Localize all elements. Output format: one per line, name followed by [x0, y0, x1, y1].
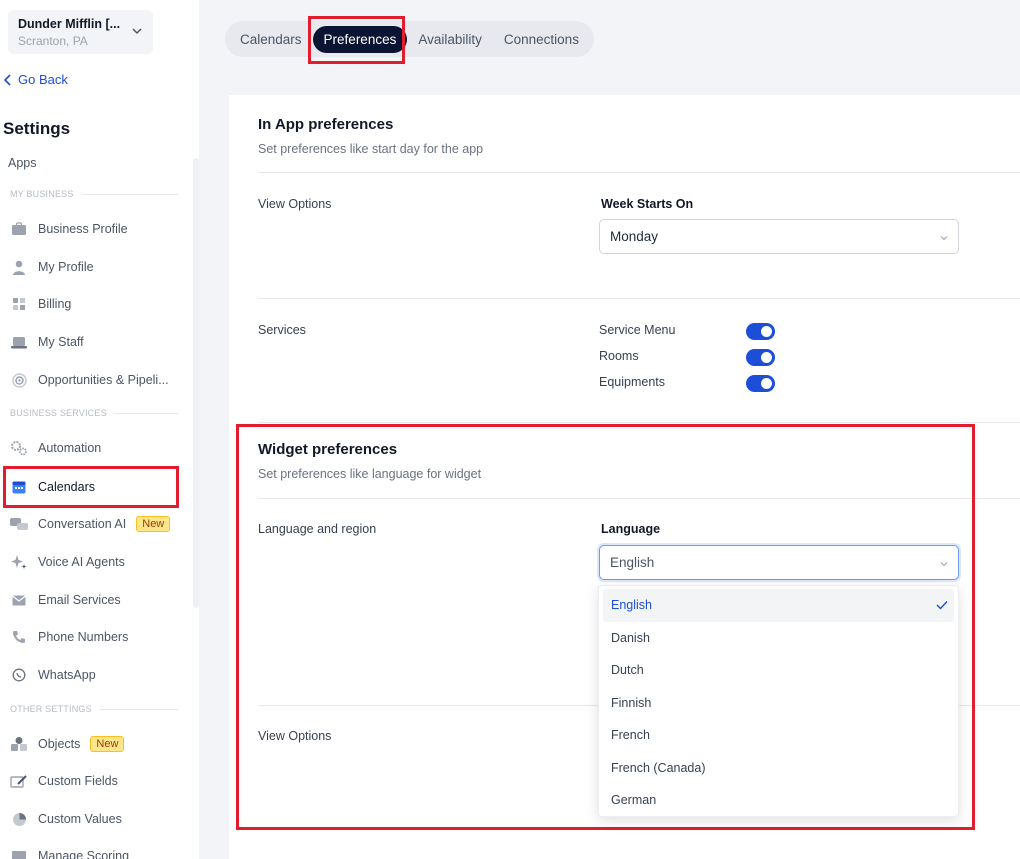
staff-icon	[10, 333, 28, 351]
widget-title: Widget preferences	[258, 441, 398, 458]
divider	[258, 298, 1020, 299]
tab-availability[interactable]: Availability	[407, 26, 493, 53]
sidebar-scrollbar[interactable]	[193, 158, 199, 608]
language-option-french-canada[interactable]: French (Canada)	[603, 752, 954, 785]
week-starts-select[interactable]: Monday	[599, 219, 959, 254]
equipments-toggle[interactable]	[746, 375, 775, 392]
user-icon	[10, 258, 28, 276]
go-back-link[interactable]: Go Back	[4, 72, 68, 87]
tab-connections[interactable]: Connections	[493, 26, 590, 53]
language-dropdown: English Danish Dutch Finnish French Fren…	[598, 585, 959, 817]
sidebar-item-whatsapp[interactable]: WhatsApp	[10, 661, 96, 689]
widget-view-options-label: View Options	[258, 729, 332, 743]
language-region-label: Language and region	[258, 522, 377, 536]
sidebar: Dunder Mifflin [... Scranton, PA Go Back…	[0, 0, 199, 859]
billing-icon	[10, 295, 28, 313]
pie-icon	[10, 810, 28, 828]
new-badge: New	[136, 516, 171, 532]
rooms-toggle[interactable]	[746, 349, 775, 366]
sidebar-item-label: Apps	[8, 156, 37, 170]
week-starts-label: Week Starts On	[601, 197, 694, 211]
language-select[interactable]: English	[599, 545, 959, 580]
tab-calendars[interactable]: Calendars	[229, 26, 313, 53]
view-options-label: View Options	[258, 197, 332, 211]
sidebar-item-business-profile[interactable]: Business Profile	[10, 215, 128, 243]
location-switcher[interactable]: Dunder Mifflin [... Scranton, PA	[8, 10, 153, 54]
edit-fields-icon	[10, 772, 28, 790]
language-option-finnish[interactable]: Finnish	[603, 687, 954, 720]
chat-bubbles-icon	[10, 515, 28, 533]
sidebar-item-phone-numbers[interactable]: Phone Numbers	[10, 623, 128, 651]
widget-subtitle: Set preferences like language for widget	[258, 467, 482, 481]
section-my-business: MY BUSINESS	[10, 189, 178, 199]
service-menu-label: Service Menu	[599, 323, 676, 337]
phone-icon	[10, 628, 28, 646]
in-app-subtitle: Set preferences like start day for the a…	[258, 142, 484, 156]
sidebar-item-my-staff[interactable]: My Staff	[10, 328, 84, 356]
sidebar-item-opportunities[interactable]: Opportunities & Pipeli...	[10, 366, 169, 394]
sidebar-item-my-profile[interactable]: My Profile	[10, 253, 94, 281]
equipments-label: Equipments	[599, 375, 666, 389]
divider	[258, 422, 1020, 423]
sparkle-icon	[10, 553, 28, 571]
gears-icon	[10, 439, 28, 457]
language-option-dutch[interactable]: Dutch	[603, 654, 954, 687]
language-option-english[interactable]: English	[603, 589, 954, 622]
language-value: English	[610, 555, 655, 570]
chevron-down-icon	[132, 28, 142, 34]
sidebar-item-automation[interactable]: Automation	[10, 434, 101, 462]
whatsapp-icon	[10, 666, 28, 684]
language-option-danish[interactable]: Danish	[603, 622, 954, 655]
sidebar-item-email-services[interactable]: Email Services	[10, 586, 121, 614]
week-starts-value: Monday	[610, 229, 659, 244]
preferences-tab-highlight-box	[308, 16, 405, 64]
sidebar-item-apps[interactable]: Apps	[8, 149, 37, 177]
divider	[258, 172, 1020, 173]
location-city: Scranton, PA	[18, 34, 88, 48]
preferences-tabs: Calendars Preferences Availability Conne…	[225, 21, 594, 57]
location-name: Dunder Mifflin [...	[18, 17, 121, 31]
sidebar-item-billing[interactable]: Billing	[10, 290, 71, 318]
settings-title: Settings	[3, 119, 71, 138]
briefcase-icon	[10, 220, 28, 238]
section-business-services: BUSINESS SERVICES	[10, 408, 178, 418]
sidebar-item-cut-off[interactable]: Manage Scoring	[10, 842, 129, 859]
chevron-left-icon	[4, 73, 11, 86]
sidebar-item-custom-values[interactable]: Custom Values	[10, 805, 122, 833]
service-menu-toggle[interactable]	[746, 323, 775, 340]
divider	[258, 498, 1020, 499]
target-icon	[10, 371, 28, 389]
sidebar-item-custom-fields[interactable]: Custom Fields	[10, 767, 118, 795]
section-other-settings: OTHER SETTINGS	[10, 704, 178, 714]
objects-icon	[10, 735, 28, 753]
go-back-label: Go Back	[18, 72, 68, 87]
scoring-icon	[10, 847, 28, 859]
in-app-title: In App preferences	[258, 116, 394, 133]
language-option-german[interactable]: German	[603, 784, 954, 817]
language-label: Language	[601, 522, 661, 536]
rooms-label: Rooms	[599, 349, 639, 363]
envelope-icon	[10, 591, 28, 609]
language-option-french[interactable]: French	[603, 719, 954, 752]
chevron-down-icon	[940, 562, 948, 567]
new-badge: New	[90, 736, 125, 752]
sidebar-item-voice-ai[interactable]: Voice AI Agents	[10, 548, 125, 576]
calendars-highlight-box	[3, 466, 179, 508]
sidebar-item-conversation-ai[interactable]: Conversation AI New	[10, 510, 171, 538]
chevron-down-icon	[940, 236, 948, 241]
sidebar-item-objects[interactable]: Objects New	[10, 730, 125, 758]
services-label: Services	[258, 323, 306, 337]
check-icon	[936, 601, 948, 610]
